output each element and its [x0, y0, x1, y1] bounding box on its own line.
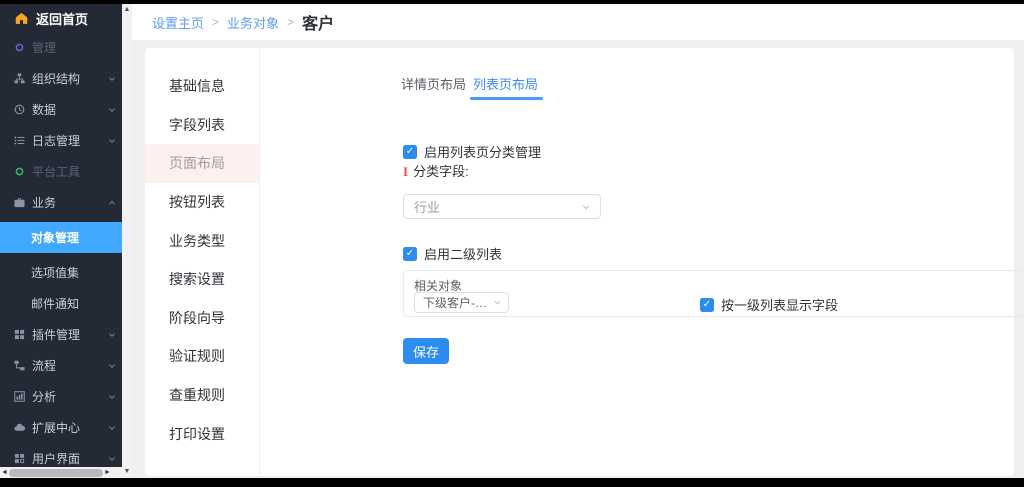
ui-grid-icon — [14, 453, 30, 464]
category-field-select[interactable]: 行业 — [403, 194, 601, 219]
menu-item-field-list[interactable]: 字段列表 — [145, 106, 259, 145]
flow-icon — [14, 360, 30, 371]
sidebar: 返回首页 管理 组织结构 数据 — [0, 4, 122, 478]
page-title: 客户 — [302, 10, 334, 34]
content-card: 基础信息 字段列表 页面布局 按钮列表 业务类型 搜索设置 阶段向导 验证规则 … — [145, 48, 1014, 476]
related-object-panel: 相关对象 下级客户-上级... ✓ 按一级列表显示字段 — [403, 270, 1024, 317]
enable-secondary-label[interactable]: 启用二级列表 — [424, 244, 502, 263]
scroll-down-icon[interactable]: ▼ — [124, 466, 131, 478]
category-field-label: 分类字段: — [413, 164, 469, 179]
menu-item-validation-rules[interactable]: 验证规则 — [145, 337, 259, 376]
menu-item-print-settings[interactable]: 打印设置 — [145, 414, 259, 453]
enable-category-label[interactable]: 启用列表页分类管理 — [424, 142, 541, 161]
scroll-up-icon[interactable]: ▲ — [124, 4, 131, 16]
enable-secondary-checkbox[interactable]: ✓ — [403, 247, 417, 261]
sidebar-item-analysis[interactable]: 分析 — [0, 381, 122, 412]
sidebar-item-mail-notification[interactable]: 邮件通知 — [0, 288, 122, 319]
chevron-down-icon — [108, 137, 116, 145]
list-icon — [14, 135, 30, 146]
cloud-icon — [14, 422, 30, 433]
sidebar-item-workflow[interactable]: 流程 — [0, 350, 122, 381]
enable-secondary-row: ✓ 启用二级列表 — [403, 244, 502, 263]
active-tab-underline — [470, 97, 543, 100]
plugin-grid-icon — [14, 329, 30, 340]
tab-detail-page-layout[interactable]: 详情页布局 — [401, 74, 466, 102]
display-by-primary-row: ✓ 按一级列表显示字段 — [700, 295, 838, 314]
app-window: 返回首页 管理 组织结构 数据 — [0, 0, 1024, 487]
chart-icon — [14, 391, 30, 402]
sidebar-item-business[interactable]: 业务 — [0, 187, 122, 218]
required-mark: I — [403, 164, 408, 179]
object-settings-menu: 基础信息 字段列表 页面布局 按钮列表 业务类型 搜索设置 阶段向导 验证规则 … — [145, 48, 260, 476]
clock-icon — [14, 104, 30, 115]
sidebar-item-extension-center[interactable]: 扩展中心 — [0, 412, 122, 443]
chevron-down-icon — [108, 393, 116, 401]
chevron-down-icon — [487, 298, 508, 307]
scroll-right-icon[interactable]: ► — [103, 469, 112, 476]
sidebar-horizontal-scrollbar[interactable]: ◄ ► — [0, 467, 122, 478]
sidebar-item-data[interactable]: 数据 — [0, 94, 122, 125]
menu-item-basic-info[interactable]: 基础信息 — [145, 67, 259, 106]
display-by-primary-checkbox[interactable]: ✓ — [700, 298, 714, 312]
chevron-down-icon — [108, 424, 116, 432]
enable-category-checkbox[interactable]: ✓ — [403, 145, 417, 159]
ring-green-icon — [14, 166, 30, 177]
home-icon — [15, 12, 28, 25]
chevron-down-icon — [108, 455, 116, 463]
sidebar-item-admin[interactable]: 管理 — [0, 32, 122, 63]
chevron-up-icon — [108, 199, 116, 207]
layout-settings-panel: 详情页布局 列表页布局 ✓ 启用列表页分类管理 I分类字段: 行业 — [261, 48, 1014, 476]
sidebar-item-org-structure[interactable]: 组织结构 — [0, 63, 122, 94]
sidebar-item-option-sets[interactable]: 选项值集 — [0, 257, 122, 288]
breadcrumb-link-business-objects[interactable]: 业务对象 — [227, 13, 279, 32]
menu-item-page-layout[interactable]: 页面布局 — [145, 144, 259, 183]
org-icon — [14, 73, 30, 84]
category-field-select-value: 行业 — [404, 197, 572, 216]
scroll-left-icon[interactable]: ◄ — [0, 469, 9, 476]
ring-purple-icon — [14, 42, 30, 53]
breadcrumb-separator: > — [287, 15, 294, 29]
category-field-label-row: I 分类字段: — [403, 161, 469, 180]
related-object-select[interactable]: 下级客户-上级... — [414, 292, 509, 313]
sidebar-home-button[interactable]: 返回首页 — [0, 4, 122, 32]
breadcrumb: 设置主页 > 业务对象 > 客户 — [132, 4, 1024, 40]
chevron-down-icon — [108, 331, 116, 339]
breadcrumb-link-settings-home[interactable]: 设置主页 — [152, 13, 204, 32]
scrollbar-thumb[interactable] — [9, 469, 103, 477]
main-area: 设置主页 > 业务对象 > 客户 基础信息 字段列表 页面布局 按钮列表 业务类… — [132, 4, 1024, 478]
breadcrumb-separator: > — [212, 15, 219, 29]
menu-item-search-settings[interactable]: 搜索设置 — [145, 260, 259, 299]
chevron-down-icon — [108, 75, 116, 83]
menu-item-button-list[interactable]: 按钮列表 — [145, 183, 259, 222]
menu-item-stage-wizard[interactable]: 阶段向导 — [145, 299, 259, 338]
chevron-down-icon — [108, 106, 116, 114]
related-object-select-value: 下级客户-上级... — [415, 294, 487, 311]
save-button[interactable]: 保存 — [403, 338, 449, 364]
sidebar-item-log-management[interactable]: 日志管理 — [0, 125, 122, 156]
sidebar-vertical-scrollbar[interactable]: ▲ ▼ — [122, 4, 132, 478]
chevron-down-icon — [108, 362, 116, 370]
sidebar-item-plugin-management[interactable]: 插件管理 — [0, 319, 122, 350]
briefcase-icon — [14, 197, 30, 208]
sidebar-home-label: 返回首页 — [36, 9, 88, 28]
chevron-down-icon — [572, 202, 600, 212]
menu-item-business-type[interactable]: 业务类型 — [145, 221, 259, 260]
menu-item-duplicate-rules[interactable]: 查重规则 — [145, 376, 259, 415]
display-by-primary-label[interactable]: 按一级列表显示字段 — [721, 295, 838, 314]
sidebar-item-object-management[interactable]: 对象管理 — [0, 218, 122, 257]
sidebar-item-platform-tools[interactable]: 平台工具 — [0, 156, 122, 187]
enable-category-row: ✓ 启用列表页分类管理 — [403, 142, 541, 161]
